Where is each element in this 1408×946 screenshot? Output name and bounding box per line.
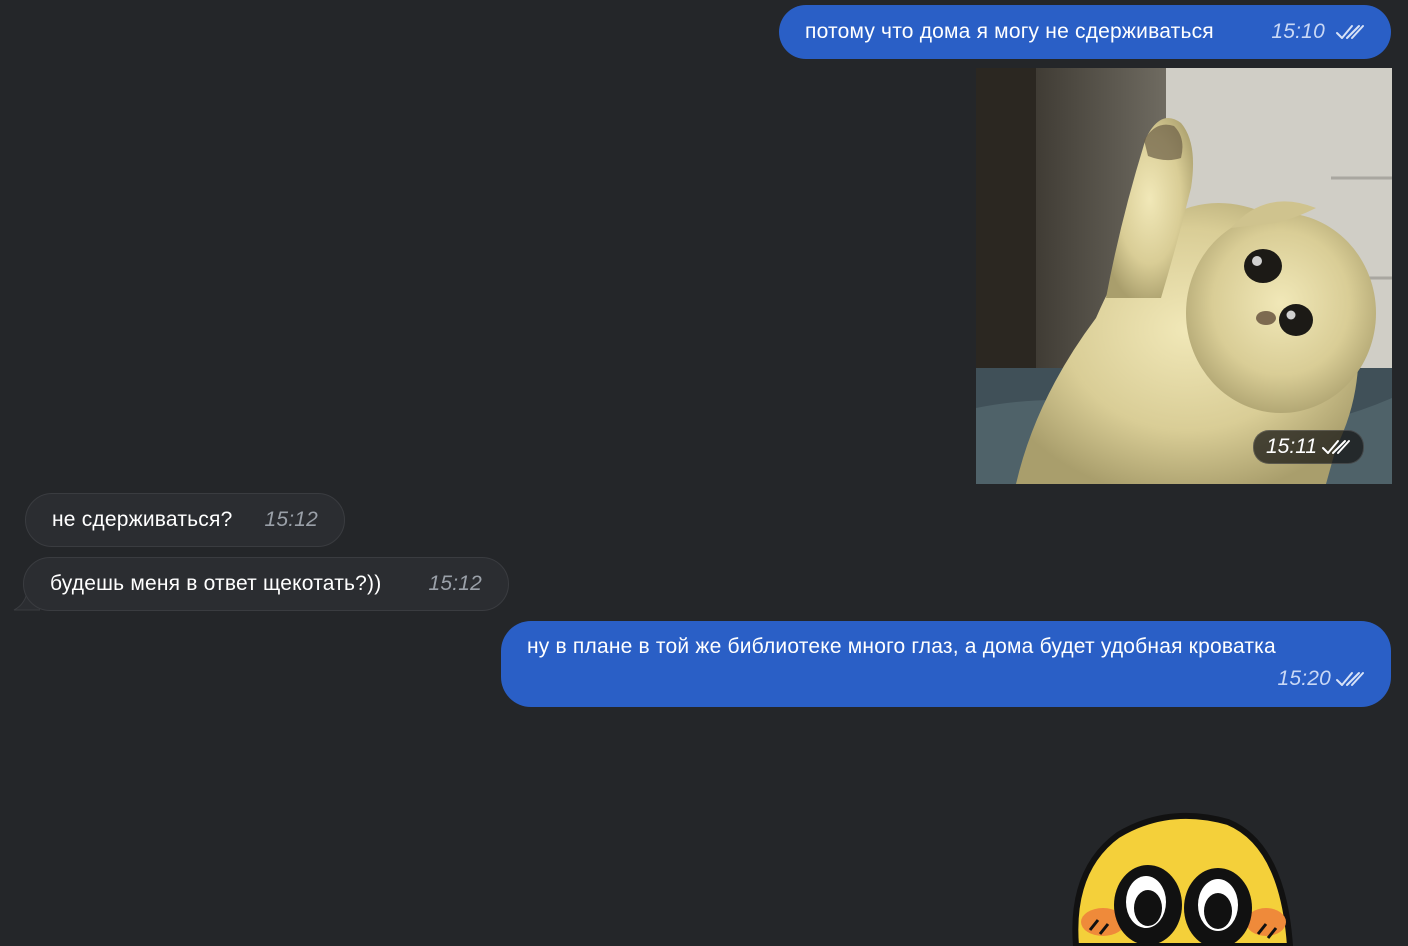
incoming-message[interactable]: будешь меня в ответ щекотать?)) 15:12 bbox=[23, 557, 509, 611]
message-text: ну в плане в той же библиотеке много гла… bbox=[527, 635, 1276, 658]
message-text: будешь меня в ответ щекотать?)) bbox=[50, 572, 382, 595]
message-time: 15:12 bbox=[264, 508, 318, 531]
incoming-message[interactable]: не сдерживаться? 15:12 bbox=[25, 493, 345, 547]
message-meta: 15:20 bbox=[527, 667, 1365, 691]
kitten-photo bbox=[976, 68, 1392, 484]
message-text: потому что дома я могу не сдерживаться bbox=[805, 20, 1214, 43]
message-time: 15:10 bbox=[1271, 20, 1325, 43]
blushing-face-sticker[interactable] bbox=[1068, 810, 1298, 946]
outgoing-message[interactable]: потому что дома я могу не сдерживаться 1… bbox=[779, 5, 1391, 59]
double-check-icon bbox=[1336, 25, 1364, 40]
outgoing-message[interactable]: ну в плане в той же библиотеке много гла… bbox=[501, 621, 1391, 707]
double-check-icon bbox=[1336, 672, 1364, 686]
message-time: 15:11 bbox=[1266, 435, 1317, 458]
message-meta: 15:10 bbox=[1271, 20, 1365, 44]
double-check-icon bbox=[1322, 440, 1350, 454]
photo-message[interactable]: 15:11 bbox=[976, 68, 1392, 484]
message-text: не сдерживаться? bbox=[52, 508, 233, 531]
photo-time-badge: 15:11 bbox=[1253, 430, 1364, 464]
chat-history: потому что дома я могу не сдерживаться 1… bbox=[0, 0, 1408, 946]
message-time: 15:20 bbox=[1277, 667, 1331, 690]
message-time: 15:12 bbox=[428, 572, 482, 595]
